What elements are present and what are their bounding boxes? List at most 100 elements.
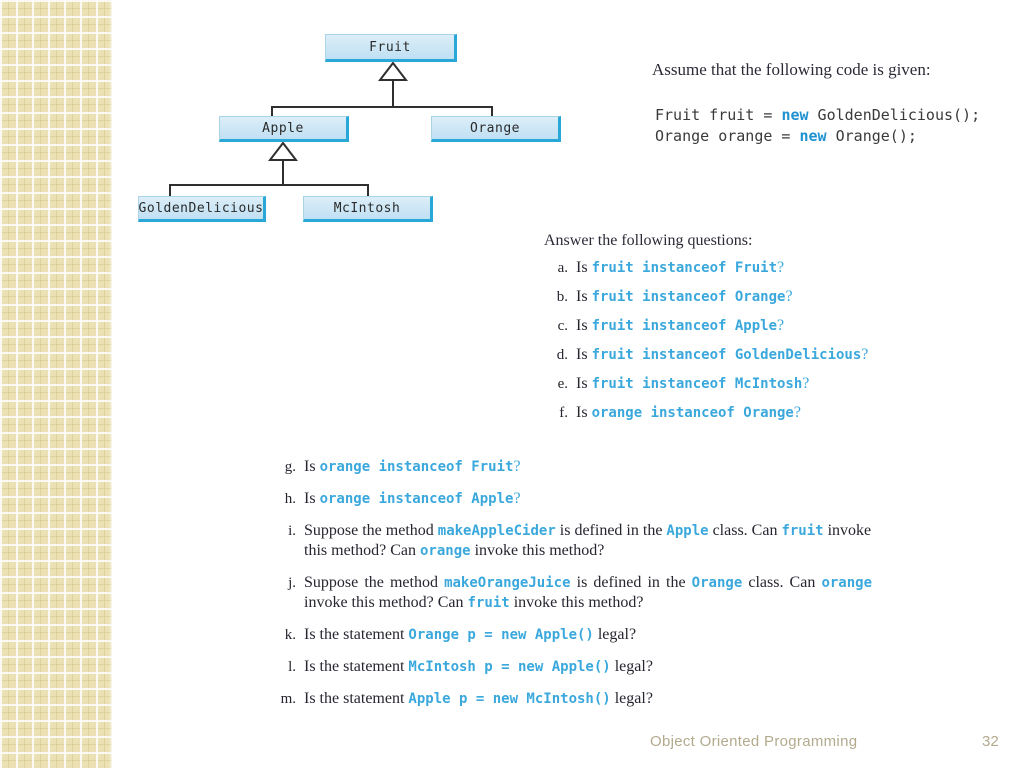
question-i-t3: class. Can [708,522,782,539]
question-item-k: k. Is the statement Orange p = new Apple… [272,625,872,645]
question-marker-l: l. [288,659,296,675]
question-item-i: i. Suppose the method makeAppleCider is … [272,521,872,561]
question-j-t3: class. Can [742,574,822,591]
uml-class-diagram: Fruit Apple Orange GoldenDelicious McInt… [113,0,673,250]
question-marker-d: d. [556,347,568,363]
question-k-tail: legal? [593,626,637,643]
question-k-lead: Is the statement [304,626,409,643]
question-tail-g: ? [513,458,521,475]
question-item-e: e. Is fruit instanceof McIntosh? [544,374,944,394]
question-i-var2: orange [419,543,471,559]
question-tail-d: ? [861,346,869,363]
question-text-c: Is fruit instanceof Apple? [576,316,944,336]
slide-canvas: Fruit Apple Orange GoldenDelicious McInt… [0,0,1024,768]
question-j-t4: invoke this method? Can [304,594,468,611]
uml-node-orange[interactable]: Orange [431,116,561,142]
question-i-var1: fruit [781,523,824,539]
question-item-g: g. Is orange instanceof Fruit? [272,457,872,477]
uml-node-label-goldendelicious: GoldenDelicious [138,200,264,216]
question-item-l: l. Is the statement McIntosh p = new App… [272,657,872,677]
question-tail-e: ? [802,375,810,392]
question-item-f: f. Is orange instanceof Orange? [544,403,944,423]
question-j-t2: is defined in the [570,574,692,591]
question-text-k: Is the statement Orange p = new Apple() … [304,625,872,645]
question-m-code: Apple p = new McIntosh() [408,691,611,707]
question-text-m: Is the statement Apple p = new McIntosh(… [304,689,872,709]
question-item-b: b. Is fruit instanceof Orange? [544,287,944,307]
code-line-1-after: GoldenDelicious(); [808,106,981,124]
code-line-1-before: Fruit fruit = [655,106,782,124]
question-marker-j: j. [288,575,296,591]
uml-node-mcintosh[interactable]: McIntosh [303,196,433,222]
uml-node-fruit[interactable]: Fruit [325,34,457,62]
question-marker-k: k. [284,627,296,643]
question-code-a: fruit instanceof Fruit [591,260,777,276]
given-code-block: Fruit fruit = new GoldenDelicious(); Ora… [655,105,980,147]
question-text-e: Is fruit instanceof McIntosh? [576,374,944,394]
question-tail-c: ? [777,317,785,334]
question-text-b: Is fruit instanceof Orange? [576,287,944,307]
question-is-c: Is [576,317,588,334]
question-j-var1: orange [821,575,873,591]
question-code-b: fruit instanceof Orange [591,289,786,305]
connector-drop-goldendelicious [169,184,171,196]
question-item-j: j. Suppose the method makeOrangeJuice is… [272,573,872,613]
question-m-lead: Is the statement [304,690,409,707]
question-marker-e: e. [557,376,568,392]
question-text-g: Is orange instanceof Fruit? [304,457,872,477]
question-tail-b: ? [785,288,793,305]
question-is-f: Is [576,404,588,421]
question-is-e: Is [576,375,588,392]
uml-node-label-apple: Apple [262,120,304,136]
question-item-h: h. Is orange instanceof Apple? [272,489,872,509]
code-line-2-after: Orange(); [826,127,917,145]
question-i-method: makeAppleCider [437,523,556,539]
question-marker-a: a. [557,260,568,276]
question-i-class: Apple [666,523,709,539]
question-code-f: orange instanceof Orange [591,405,794,421]
question-marker-m: m. [280,691,296,707]
question-marker-c: c. [557,318,568,334]
question-is-h: Is [304,490,316,507]
question-marker-b: b. [556,289,568,305]
question-i-t5: invoke this method? [470,542,605,559]
question-code-g: orange instanceof Fruit [319,459,514,475]
code-keyword-new-1: new [781,106,809,124]
question-code-d: fruit instanceof GoldenDelicious [591,347,862,363]
question-j-t1: Suppose the method [304,574,445,591]
question-l-code: McIntosh p = new Apple() [408,659,611,675]
question-l-lead: Is the statement [304,658,409,675]
code-line-1: Fruit fruit = new GoldenDelicious(); [655,106,980,124]
connector-drop-mcintosh [367,184,369,196]
connector-apple-bar [169,184,369,186]
question-j-var2: fruit [467,595,510,611]
question-item-c: c. Is fruit instanceof Apple? [544,316,944,336]
uml-node-label-mcintosh: McIntosh [333,200,401,216]
question-item-a: a. Is fruit instanceof Fruit? [544,258,944,278]
decorative-left-border [0,0,113,768]
assume-heading: Assume that the following code is given: [652,60,931,79]
connector-fruit-stem [392,79,394,108]
question-text-h: Is orange instanceof Apple? [304,489,872,509]
question-is-b: Is [576,288,588,305]
uml-node-goldendelicious[interactable]: GoldenDelicious [138,196,266,222]
question-list-bottom: g. Is orange instanceof Fruit? h. Is ora… [272,457,872,721]
question-text-i: Suppose the method makeAppleCider is def… [304,521,872,561]
uml-node-apple[interactable]: Apple [219,116,349,142]
question-list-top: a. Is fruit instanceof Fruit? b. Is frui… [544,258,944,432]
question-i-t1: Suppose the method [304,522,438,539]
uml-node-label-orange: Orange [470,120,520,136]
code-line-2: Orange orange = new Orange(); [655,127,917,145]
question-code-e: fruit instanceof McIntosh [591,376,803,392]
question-item-d: d. Is fruit instanceof GoldenDelicious? [544,345,944,365]
question-i-t2: is defined in the [555,522,667,539]
code-line-2-before: Orange orange = [655,127,800,145]
question-text-l: Is the statement McIntosh p = new Apple(… [304,657,872,677]
uml-node-label-fruit: Fruit [369,39,411,55]
question-text-a: Is fruit instanceof Fruit? [576,258,944,278]
code-keyword-new-2: new [799,127,827,145]
question-l-tail: legal? [610,658,653,675]
question-marker-f: f. [559,405,568,421]
question-j-class: Orange [691,575,743,591]
question-text-f: Is orange instanceof Orange? [576,403,944,423]
